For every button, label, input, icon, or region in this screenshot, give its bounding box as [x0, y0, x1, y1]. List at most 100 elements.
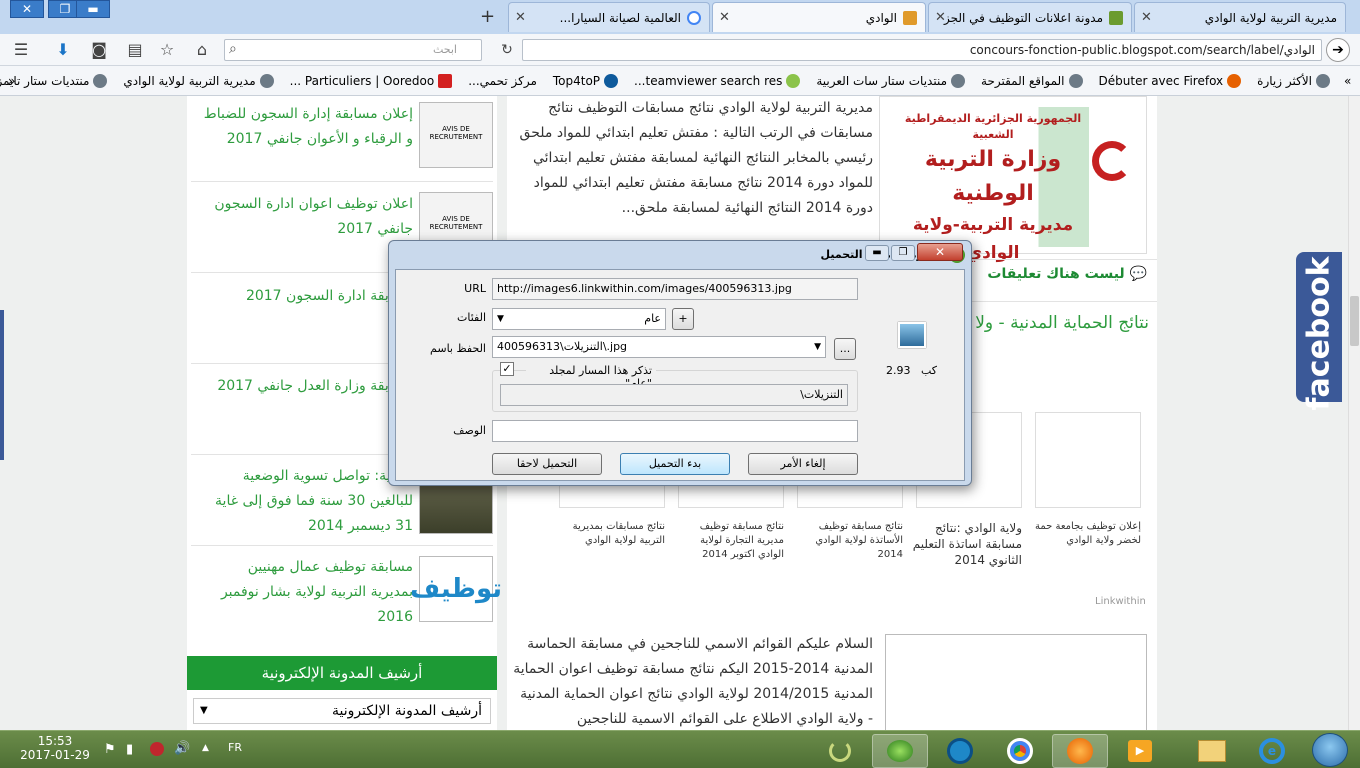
pocket-icon[interactable]: ◙	[88, 39, 110, 61]
post-image[interactable]: الجمهورية الجزائرية الديمقراطية الشعبية …	[879, 96, 1147, 263]
clock[interactable]: 15:53 2017-01-29	[20, 734, 90, 762]
download-icon[interactable]: ⬇	[52, 39, 74, 61]
search-input[interactable]: ⌕ ابحث	[224, 39, 482, 61]
antivirus-icon[interactable]	[150, 742, 164, 756]
firefox-taskbar-icon[interactable]	[1052, 734, 1108, 768]
bookmark-item[interactable]: منتديات ستار تايمز	[0, 73, 108, 88]
linkwithin-credit[interactable]: Linkwithin	[1095, 596, 1146, 607]
path-field[interactable]: التنزيلات\	[500, 384, 848, 406]
remember-path-checkbox[interactable]: ✓	[500, 362, 514, 376]
sidebar-post-link[interactable]: مسابقة ادارة السجون 2017	[201, 284, 413, 312]
tab-close-icon[interactable]: ✕	[515, 10, 526, 25]
network-icon[interactable]: ▮	[126, 742, 133, 757]
post-thumbnail[interactable]: AVIS DE RECRUTEMENT	[419, 102, 493, 168]
bookmark-item[interactable]: منتديات ستار سات العربية	[816, 73, 966, 88]
url-field[interactable]: concours-fonction-public.blogspot.com/se…	[522, 39, 1322, 61]
related-post-title[interactable]: إعلان توظيف بجامعة حمة لخضر ولاية الوادي	[1029, 520, 1141, 548]
related-post-title[interactable]: نتائج مسابقة توظيف مديرية التجارة لولاية…	[672, 520, 784, 562]
tab-close-icon[interactable]: ✕	[935, 10, 946, 25]
related-post-title[interactable]: نتائج مسابقات بمديرية التربية لولاية الو…	[553, 520, 665, 548]
scrollbar-thumb[interactable]	[1350, 296, 1359, 346]
vertical-scrollbar[interactable]	[1348, 96, 1360, 730]
dialog-minimize-button[interactable]: ▬	[865, 245, 889, 261]
facebook-tab[interactable]: facebook	[1296, 252, 1342, 411]
description-field[interactable]	[492, 420, 858, 442]
bookmark-item[interactable]: Particuliers | Ooredoo ...	[290, 73, 453, 88]
category-select[interactable]: عام ▼	[492, 308, 666, 330]
bookmark-star-icon[interactable]: ☆	[156, 39, 178, 61]
tray-expand-icon[interactable]: ▲	[202, 743, 209, 753]
post-image-placeholder[interactable]	[885, 634, 1147, 734]
bookmarks-overflow-right[interactable]: «	[1344, 74, 1351, 88]
bookmark-item[interactable]: مركز تحمي...	[468, 74, 537, 88]
sidebar-post-link[interactable]: إعلان مسابقة إدارة السجون للضباط و الرقب…	[201, 102, 413, 152]
download-later-button[interactable]: التحميل لاحقا	[492, 453, 602, 475]
taskbar: 15:53 2017-01-29 ⚑ ▮ 🔊 ▲ FR ▶ e	[0, 730, 1360, 768]
start-download-button[interactable]: بدء التحميل	[620, 453, 730, 475]
sidebar-post-link[interactable]: مسابقة وزارة العدل جانفي 2017	[201, 374, 413, 402]
bookmarks-overflow-chevron[interactable]: »	[8, 74, 15, 88]
related-post-title[interactable]: ولاية الوادي :نتائج مسابقة اساتذة التعلي…	[910, 520, 1022, 568]
language-indicator[interactable]: FR	[228, 741, 242, 754]
idm-taskbar-icon[interactable]	[872, 734, 928, 768]
sidebar-post-link[interactable]: اعلان توظيف اعوان ادارة السجون جانفي 201…	[201, 192, 413, 242]
media-icon[interactable]	[932, 734, 988, 768]
bookmark-icon	[1068, 73, 1083, 88]
bookmark-item[interactable]: Débuter avec Firefox	[1099, 73, 1242, 88]
back-button[interactable]: ➔	[1326, 38, 1350, 62]
cancel-button[interactable]: إلغاء الأمر	[748, 453, 858, 475]
post-title[interactable]: نتائج الحماية المدنية - ولا	[975, 313, 1149, 333]
dialog-maximize-button[interactable]: ❐	[891, 245, 915, 261]
description-label: الوصف	[453, 424, 486, 437]
bookmark-item[interactable]: مديرية التربية لولاية الوادي	[123, 73, 274, 88]
bookmark-item[interactable]: المواقع المقترحة	[981, 73, 1083, 88]
sidebar-post-link[interactable]: مسابقة توظيف عمال مهنيين بمديرية التربية…	[201, 555, 413, 630]
tab-eloued[interactable]: الوادي ✕	[712, 2, 926, 32]
internet-explorer-icon[interactable]: e	[1244, 734, 1300, 768]
explorer-icon[interactable]	[1184, 734, 1240, 768]
archive-select[interactable]: أرشيف المدونة الإلكترونية ▼	[193, 698, 491, 724]
tab-close-icon[interactable]: ✕	[719, 10, 730, 25]
close-window-button[interactable]: ✕	[10, 0, 44, 18]
menu-icon[interactable]: ☰	[10, 39, 32, 61]
related-post-title[interactable]: نتائج مسابقة توظيف الأساتذة لولاية الواد…	[791, 520, 903, 562]
loading-icon[interactable]	[812, 734, 868, 768]
firefox-icon	[1227, 73, 1242, 88]
comments-link[interactable]: 💬 ليست هناك تعليقات	[987, 266, 1147, 282]
minimize-icon: ▬	[87, 2, 99, 16]
saveas-field[interactable]: 400596313\التنزيلات\.jpg ▼	[492, 336, 826, 358]
close-icon: ✕	[21, 2, 33, 16]
bookmark-icon	[259, 73, 274, 88]
dialog-close-button[interactable]: ✕	[917, 243, 963, 261]
tawdhif-logo-thumbnail[interactable]: توظيف	[410, 556, 502, 622]
browse-button[interactable]: ...	[834, 338, 856, 360]
tab-bar: ✕ ❐ ▬ + العالمية لصيانة السيارا... ✕ الو…	[0, 0, 1360, 34]
volume-icon[interactable]: 🔊	[174, 741, 190, 756]
chevron-down-icon: ▼	[497, 314, 504, 324]
tab-education-directorate[interactable]: مديرية التربية لولاية الوادي ✕	[1134, 2, 1346, 32]
reload-icon[interactable]: ↻	[496, 39, 518, 61]
post-excerpt: السلام عليكم القوائم الاسمي للناجحين في …	[513, 636, 873, 727]
related-post-card[interactable]	[1035, 412, 1141, 508]
divider	[191, 181, 493, 182]
new-tab-button[interactable]: +	[480, 6, 495, 27]
bookmark-item[interactable]: الأكثر زيارة	[1257, 73, 1330, 88]
tab-job-ads[interactable]: مدونة اعلانات التوظيف في الجزائر ✕	[928, 2, 1132, 32]
add-category-button[interactable]: +	[672, 308, 694, 330]
flag-icon[interactable]: ⚑	[104, 742, 116, 757]
reader-icon[interactable]: ▤	[124, 39, 146, 61]
top4top-icon	[604, 73, 619, 88]
sidebar-post-link[interactable]: وطنية: تواصل تسوية الوضعية للبالغين 30 س…	[201, 464, 413, 539]
video-player-icon[interactable]: ▶	[1112, 734, 1168, 768]
bookmark-item[interactable]: teamviewer search res...	[634, 73, 801, 88]
url-label: URL	[464, 282, 486, 295]
url-field[interactable]: http://images6.linkwithin.com/images/400…	[492, 278, 858, 300]
start-button[interactable]	[1312, 733, 1348, 767]
tab-garage[interactable]: العالمية لصيانة السيارا... ✕	[508, 2, 710, 32]
home-icon[interactable]: ⌂	[191, 39, 213, 61]
chrome-icon[interactable]	[992, 734, 1048, 768]
bookmark-item[interactable]: Top4toP	[553, 73, 619, 88]
tab-close-icon[interactable]: ✕	[1141, 10, 1152, 25]
google-icon	[687, 10, 701, 25]
minimize-window-button[interactable]: ▬	[76, 0, 110, 18]
